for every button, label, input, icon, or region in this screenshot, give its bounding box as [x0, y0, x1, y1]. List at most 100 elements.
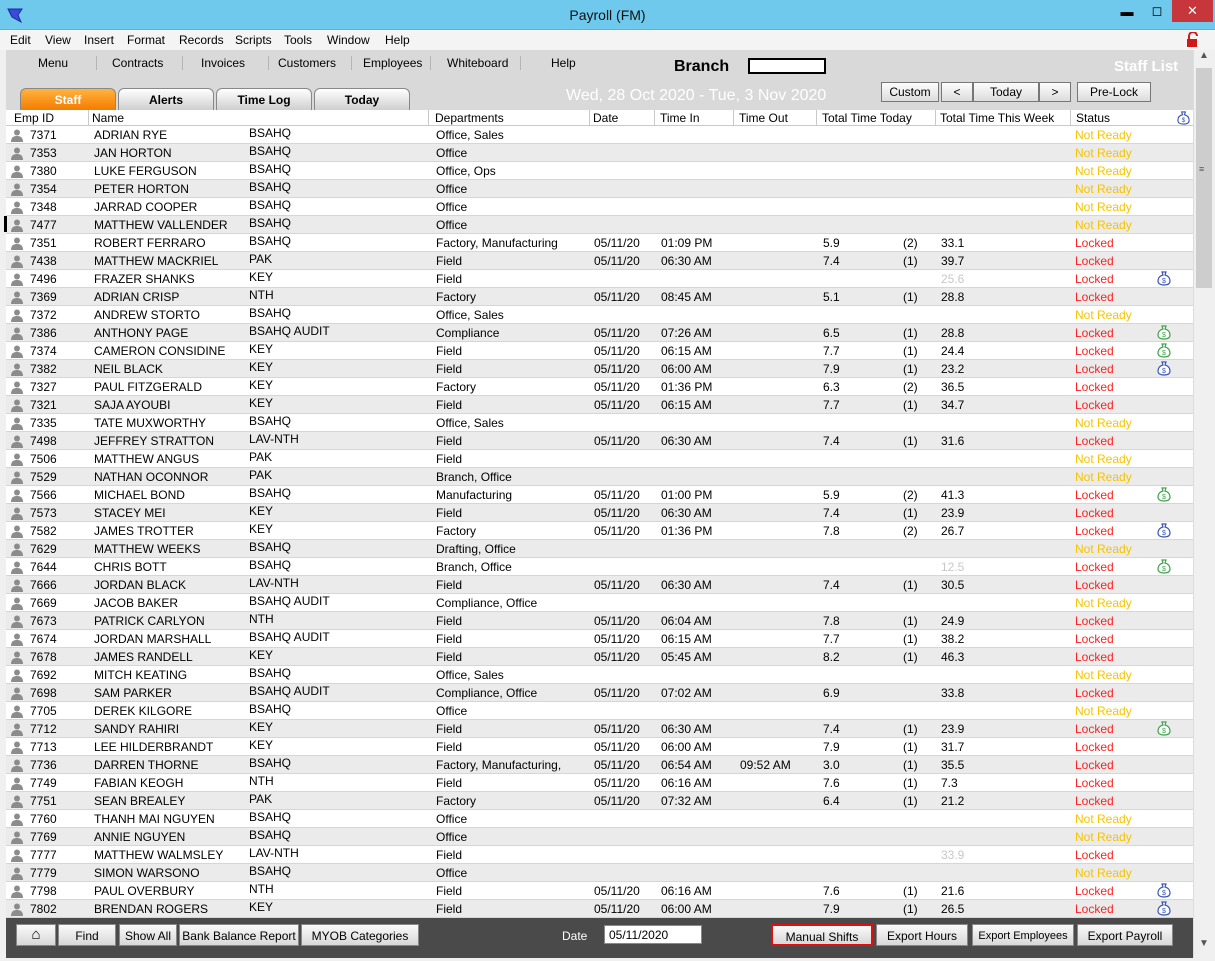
table-row[interactable]: 7566 MICHAEL BOND BSAHQ Manufacturing 05/11/… [6, 486, 1193, 504]
col-time-in[interactable]: Time In [660, 111, 700, 125]
branch-field[interactable] [748, 58, 826, 74]
menu-records[interactable]: Records [179, 33, 224, 47]
menu-insert[interactable]: Insert [84, 33, 114, 47]
menu-scripts[interactable]: Scripts [235, 33, 272, 47]
export-hours-button[interactable]: Export Hours [876, 924, 968, 946]
table-row[interactable]: 7644 CHRIS BOTT BSAHQ Branch, Office 12.5 Loc… [6, 558, 1193, 576]
menu-help[interactable]: Help [385, 33, 410, 47]
today-button[interactable]: Today [973, 82, 1039, 102]
col-status[interactable]: Status [1076, 111, 1110, 125]
col-time-out[interactable]: Time Out [739, 111, 788, 125]
tab-today[interactable]: Today [314, 88, 410, 110]
table-row[interactable]: 7369 ADRIAN CRISP NTH Factory 05/11/20 08:45 … [6, 288, 1193, 306]
show-all-button[interactable]: Show All [119, 924, 177, 946]
find-button[interactable]: Find [58, 924, 116, 946]
table-row[interactable]: 7673 PATRICK CARLYON NTH Field 05/11/20 06:04… [6, 612, 1193, 630]
next-week-button[interactable]: > [1039, 82, 1071, 102]
custom-button[interactable]: Custom [881, 82, 939, 102]
table-row[interactable]: 7321 SAJA AYOUBI KEY Field 05/11/20 06:15 AM 7… [6, 396, 1193, 414]
col-total-today[interactable]: Total Time Today [822, 111, 912, 125]
menu-window[interactable]: Window [327, 33, 370, 47]
table-row[interactable]: 7374 CAMERON CONSIDINE KEY Field 05/11/20 06:… [6, 342, 1193, 360]
table-row[interactable]: 7351 ROBERT FERRARO BSAHQ Factory, Manufact… [6, 234, 1193, 252]
table-row[interactable]: 7769 ANNIE NGUYEN BSAHQ Office Not Ready [6, 828, 1193, 846]
table-row[interactable]: 7506 MATTHEW ANGUS PAK Field Not Ready [6, 450, 1193, 468]
minimize-button[interactable]: ▬ [1112, 0, 1142, 22]
table-row[interactable]: 7760 THANH MAI NGUYEN BSAHQ Office Not Ready [6, 810, 1193, 828]
menu-view[interactable]: View [45, 33, 71, 47]
money-bag-icon[interactable]: $ [1156, 558, 1172, 574]
table-row[interactable]: 7573 STACEY MEI KEY Field 05/11/20 06:30 AM 7.… [6, 504, 1193, 522]
tab-staff[interactable]: Staff [20, 88, 116, 110]
col-departments[interactable]: Departments [435, 111, 504, 125]
table-row[interactable]: 7751 SEAN BREALEY PAK Factory 05/11/20 07:32 … [6, 792, 1193, 810]
table-row[interactable]: 7629 MATTHEW WEEKS BSAHQ Drafting, Office No… [6, 540, 1193, 558]
col-emp-id[interactable]: Emp ID [14, 111, 54, 125]
nav-invoices[interactable]: Invoices [201, 56, 245, 70]
menu-format[interactable]: Format [127, 33, 165, 47]
scroll-up-arrow-icon[interactable]: ▲ [1194, 50, 1214, 68]
table-row[interactable]: 7678 JAMES RANDELL KEY Field 05/11/20 05:45 A… [6, 648, 1193, 666]
table-row[interactable]: 7779 SIMON WARSONO BSAHQ Office Not Ready [6, 864, 1193, 882]
col-date[interactable]: Date [593, 111, 618, 125]
table-row[interactable]: 7698 SAM PARKER BSAHQ AUDIT Compliance, Off… [6, 684, 1193, 702]
nav-contracts[interactable]: Contracts [112, 56, 163, 70]
table-row[interactable]: 7498 JEFFREY STRATTON LAV-NTH Field 05/11/20… [6, 432, 1193, 450]
nav-customers[interactable]: Customers [278, 56, 336, 70]
table-row[interactable]: 7669 JACOB BAKER BSAHQ AUDIT Compliance, Of… [6, 594, 1193, 612]
prev-week-button[interactable]: < [941, 82, 973, 102]
nav-menu[interactable]: Menu [38, 56, 68, 70]
col-total-week[interactable]: Total Time This Week [940, 111, 1054, 125]
table-row[interactable]: 7496 FRAZER SHANKS KEY Field 25.6 Locked $ [6, 270, 1193, 288]
money-bag-icon[interactable]: $ [1176, 110, 1191, 125]
manual-shifts-button[interactable]: Manual Shifts [771, 924, 873, 946]
table-row[interactable]: 7438 MATTHEW MACKRIEL PAK Field 05/11/20 06:3… [6, 252, 1193, 270]
table-row[interactable]: 7372 ANDREW STORTO BSAHQ Office, Sales Not R… [6, 306, 1193, 324]
table-row[interactable]: 7529 NATHAN OCONNOR PAK Branch, Office Not R… [6, 468, 1193, 486]
nav-help[interactable]: Help [551, 56, 576, 70]
money-bag-icon[interactable]: $ [1156, 270, 1172, 286]
table-row[interactable]: 7736 DARREN THORNE BSAHQ Factory, Manufactu… [6, 756, 1193, 774]
table-row[interactable]: 7802 BRENDAN ROGERS KEY Field 05/11/20 06:00 … [6, 900, 1193, 918]
date-field[interactable] [604, 925, 702, 944]
money-bag-icon[interactable]: $ [1156, 360, 1172, 376]
table-row[interactable]: 7354 PETER HORTON BSAHQ Office Not Ready [6, 180, 1193, 198]
money-bag-icon[interactable]: $ [1156, 882, 1172, 898]
vertical-scrollbar[interactable]: ▲ ≡ ▼ [1193, 50, 1213, 958]
table-row[interactable]: 7353 JAN HORTON BSAHQ Office Not Ready [6, 144, 1193, 162]
home-button[interactable]: ⌂ [16, 924, 56, 946]
table-row[interactable]: 7705 DEREK KILGORE BSAHQ Office Not Ready [6, 702, 1193, 720]
table-row[interactable]: 7777 MATTHEW WALMSLEY LAV-NTH Field 33.9 Lock… [6, 846, 1193, 864]
table-row[interactable]: 7713 LEE HILDERBRANDT KEY Field 05/11/20 06:0… [6, 738, 1193, 756]
bank-balance-report-button[interactable]: Bank Balance Report [179, 924, 299, 946]
table-row[interactable]: 7371 ADRIAN RYE BSAHQ Office, Sales Not Read… [6, 126, 1193, 144]
export-employees-button[interactable]: Export Employees [972, 924, 1074, 946]
scroll-thumb[interactable]: ≡ [1196, 68, 1212, 288]
table-row[interactable]: 7382 NEIL BLACK KEY Field 05/11/20 06:00 AM 7.… [6, 360, 1193, 378]
tab-alerts[interactable]: Alerts [118, 88, 214, 110]
table-row[interactable]: 7386 ANTHONY PAGE BSAHQ AUDIT Compliance 05/… [6, 324, 1193, 342]
scroll-down-arrow-icon[interactable]: ▼ [1194, 938, 1214, 956]
table-row[interactable]: 7380 LUKE FERGUSON BSAHQ Office, Ops Not Rea… [6, 162, 1193, 180]
menu-edit[interactable]: Edit [10, 33, 31, 47]
table-row[interactable]: 7582 JAMES TROTTER KEY Factory 05/11/20 01:36… [6, 522, 1193, 540]
table-row[interactable]: 7749 FABIAN KEOGH NTH Field 05/11/20 06:16 AM… [6, 774, 1193, 792]
unlock-icon[interactable] [1186, 32, 1200, 48]
export-payroll-button[interactable]: Export Payroll [1077, 924, 1173, 946]
table-row[interactable]: 7666 JORDAN BLACK LAV-NTH Field 05/11/20 06:3… [6, 576, 1193, 594]
col-name[interactable]: Name [92, 111, 124, 125]
table-row[interactable]: 7327 PAUL FITZGERALD KEY Factory 05/11/20 01:… [6, 378, 1193, 396]
table-row[interactable]: 7692 MITCH KEATING BSAHQ Office, Sales Not R… [6, 666, 1193, 684]
prelock-button[interactable]: Pre-Lock [1077, 82, 1151, 102]
table-row[interactable]: 7348 JARRAD COOPER BSAHQ Office Not Ready [6, 198, 1193, 216]
nav-employees[interactable]: Employees [363, 56, 422, 70]
table-row[interactable]: 7674 JORDAN MARSHALL BSAHQ AUDIT Field 05/11… [6, 630, 1193, 648]
table-row[interactable]: 7712 SANDY RAHIRI KEY Field 05/11/20 06:30 AM… [6, 720, 1193, 738]
money-bag-icon[interactable]: $ [1156, 324, 1172, 340]
myob-categories-button[interactable]: MYOB Categories [301, 924, 419, 946]
table-row[interactable]: 7335 TATE MUXWORTHY BSAHQ Office, Sales Not … [6, 414, 1193, 432]
maximize-button[interactable]: ◻ [1142, 0, 1172, 22]
close-button[interactable]: ✕ [1172, 0, 1213, 22]
money-bag-icon[interactable]: $ [1156, 486, 1172, 502]
table-row[interactable]: 7798 PAUL OVERBURY NTH Field 05/11/20 06:16 A… [6, 882, 1193, 900]
